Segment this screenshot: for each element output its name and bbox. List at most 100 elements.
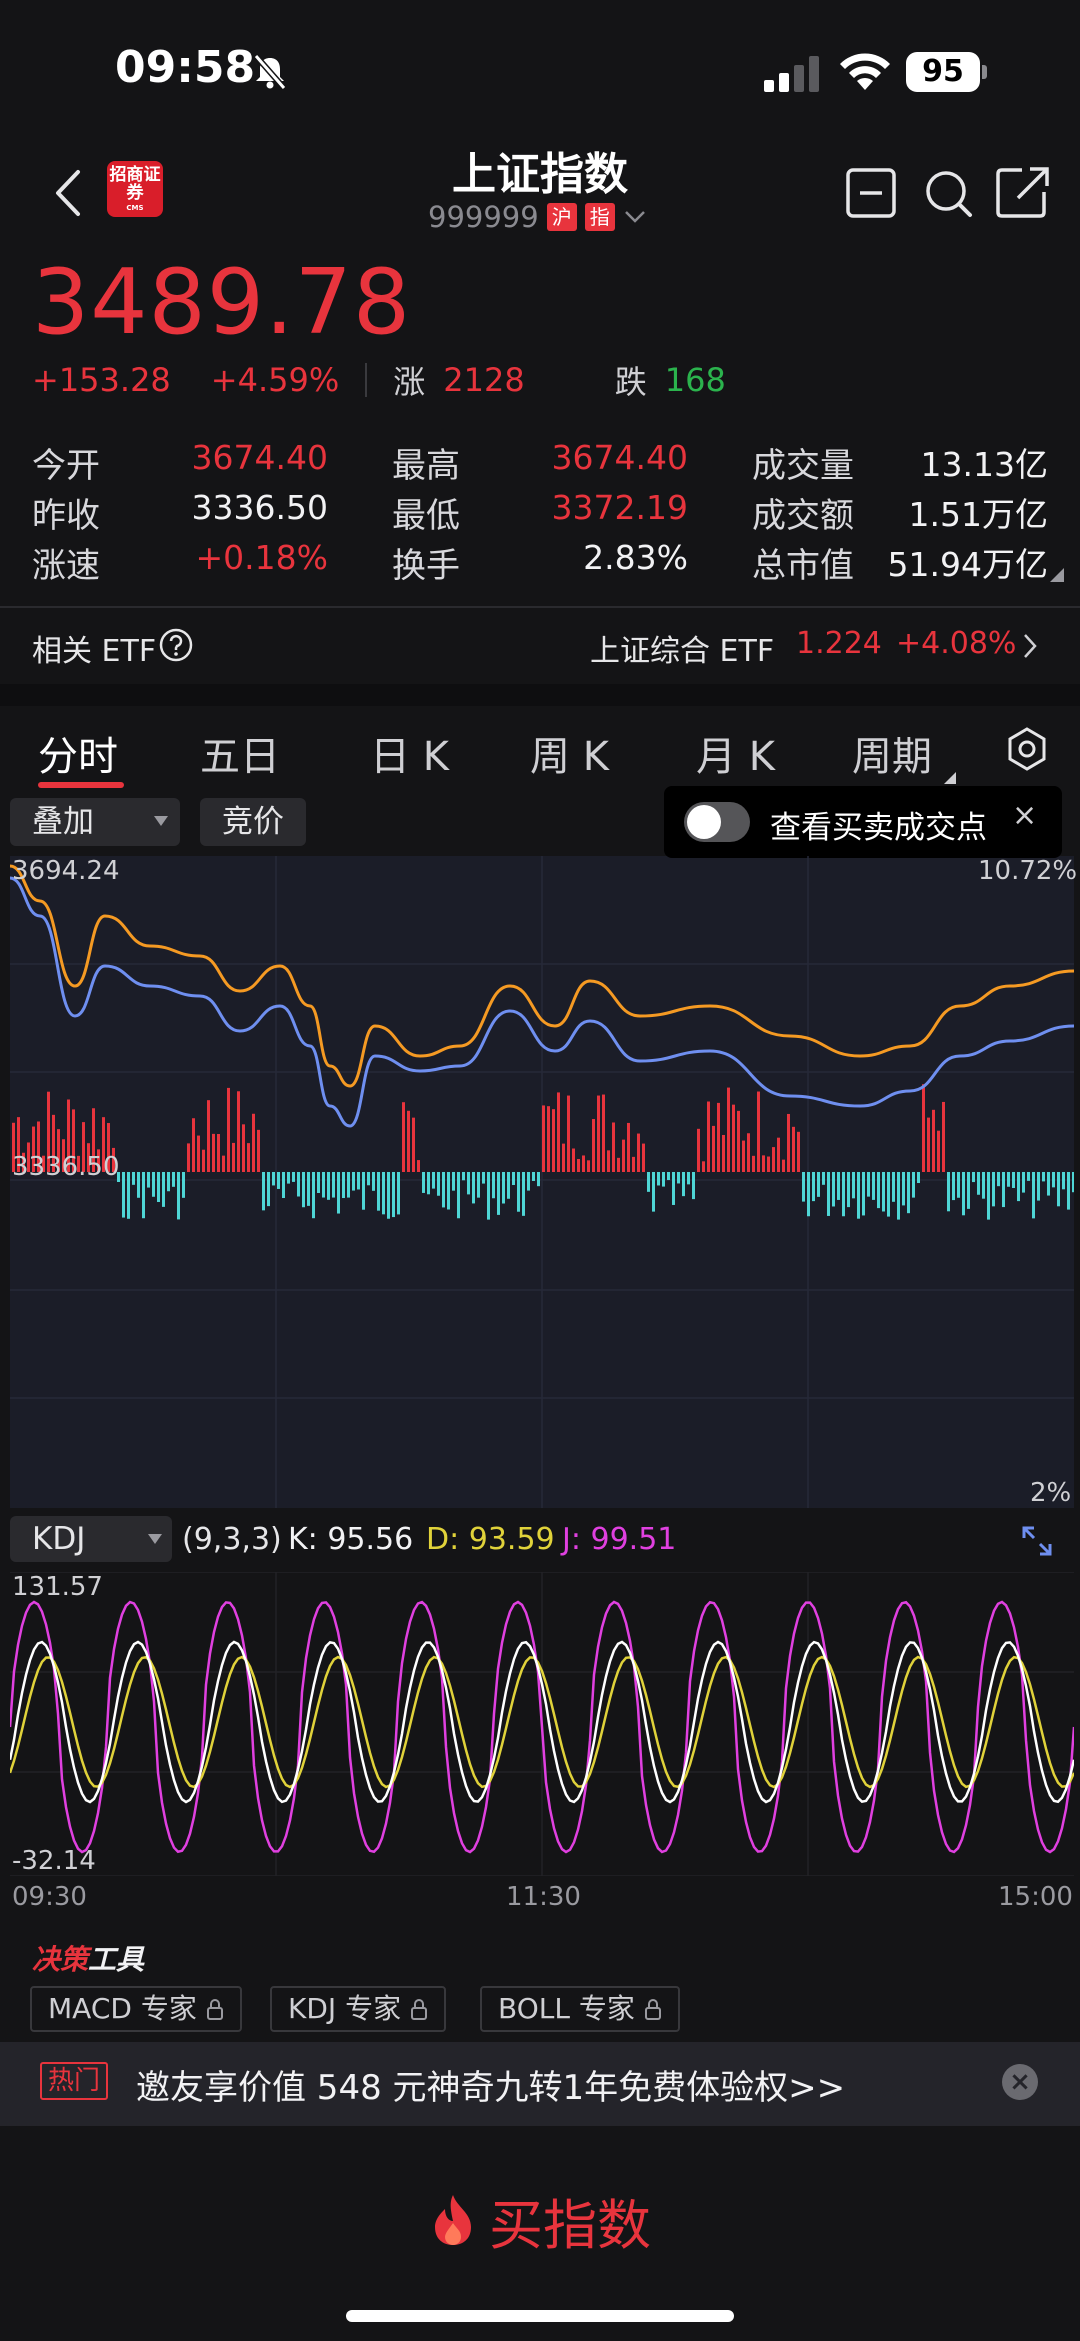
volume-bar-up [617, 1157, 620, 1172]
promo-banner[interactable]: 热门 邀友享价值 548 元神奇九转1年免费体验权>> × [0, 2042, 1080, 2126]
tab-daily-k[interactable]: 日 K [370, 724, 449, 782]
search-icon[interactable] [926, 171, 972, 217]
flame-icon [435, 2195, 471, 2245]
volume-bar-down [672, 1172, 675, 1205]
volume-bar-up [732, 1104, 735, 1172]
volume-bar-up [767, 1156, 770, 1172]
volume-bar-up [937, 1130, 940, 1172]
pct-axis-bottom-label: 2% [1030, 1478, 1072, 1508]
overlay-dropdown[interactable]: 叠加 [10, 798, 180, 846]
volume-bar-up [402, 1102, 405, 1172]
volume-bar-down [447, 1172, 450, 1210]
volume-bar-down [167, 1172, 170, 1192]
volume-bar-up [792, 1126, 795, 1172]
volume-bar-down [687, 1172, 690, 1185]
volume-bar-up [232, 1142, 235, 1172]
volume-bar-down [522, 1172, 525, 1216]
volume-bar-down [1072, 1172, 1074, 1193]
related-etf-row[interactable]: 相关 ETF 上证综合 ETF 1.224 +4.08% [0, 608, 1080, 684]
volume-bar-down [392, 1172, 395, 1218]
share-icon[interactable] [996, 167, 1049, 218]
volume-bar-down [387, 1172, 390, 1219]
volume-bar-down [1037, 1172, 1040, 1201]
speed-value: +0.18% [195, 538, 328, 577]
kdj-chart [10, 1572, 1074, 1876]
volume-bar-down [262, 1172, 265, 1211]
volume-bar-down [347, 1172, 350, 1198]
advancers-label: 涨 [393, 363, 426, 401]
volume-bar-down [507, 1172, 510, 1199]
indicator-name: KDJ [32, 1521, 86, 1557]
volume-bar-down [327, 1172, 330, 1200]
home-indicator [346, 2310, 734, 2322]
volume-bar-up [212, 1133, 215, 1172]
security-code-selector[interactable]: 999999 沪 指 [428, 200, 647, 234]
volume-bar-up [547, 1106, 550, 1172]
security-code: 999999 [428, 200, 539, 234]
boll-expert-button[interactable]: BOLL 专家 [480, 1986, 680, 2032]
settings-icon[interactable] [1006, 726, 1048, 772]
volume-bar-down [957, 1172, 960, 1198]
y-axis-mid-label: 3336.50 [12, 1152, 120, 1182]
volume-bar-down [272, 1172, 275, 1186]
volume-bar-down [692, 1172, 695, 1200]
tab-weekly-k[interactable]: 周 K [530, 724, 609, 782]
volume-bar-down [512, 1172, 515, 1186]
tab-period[interactable]: 周期 [852, 724, 932, 782]
volume-bar-down [487, 1172, 490, 1220]
volume-bar-down [1067, 1172, 1070, 1210]
turnover-label: 换手 [392, 546, 460, 586]
promo-hot-tag: 热门 [40, 2062, 109, 2100]
volume-bar-down [397, 1172, 400, 1215]
trade-points-toggle[interactable] [684, 802, 750, 842]
close-popover-icon[interactable]: × [1012, 798, 1037, 833]
help-icon[interactable] [158, 627, 194, 663]
volume-bar-down [152, 1172, 155, 1197]
volume-bar-down [287, 1172, 290, 1184]
kdj-expert-button[interactable]: KDJ 专家 [270, 1986, 446, 2032]
active-tab-indicator [38, 782, 124, 788]
indicator-selector[interactable]: KDJ [10, 1516, 172, 1562]
expand-corner-icon[interactable] [1050, 568, 1064, 582]
etf-change-pct: +4.08% [896, 626, 1017, 661]
volume-bar-up [562, 1143, 565, 1172]
volume-bar-down [452, 1172, 455, 1191]
amount-value: 1.51万亿 [908, 495, 1048, 534]
fullscreen-icon[interactable] [1020, 1524, 1054, 1558]
volume-bar-down [652, 1172, 655, 1212]
index-price: 3489.78 [32, 250, 412, 355]
tab-intraday[interactable]: 分时 [38, 724, 118, 782]
volume-bar-down [422, 1172, 425, 1193]
volume-bar-down [317, 1172, 320, 1193]
volume-bar-down [372, 1172, 375, 1191]
promo-text: 邀友享价值 548 元神奇九转1年免费体验权>> [136, 2068, 846, 2108]
prev-close-label: 昨收 [32, 496, 100, 536]
price-change-pct: +4.59% [210, 361, 340, 399]
volume-value: 13.13亿 [920, 445, 1048, 484]
volume-bar-down [1057, 1172, 1060, 1207]
volume-bar-up [587, 1160, 590, 1172]
volume-bar-up [772, 1147, 775, 1172]
tab-monthly-k[interactable]: 月 K [696, 724, 775, 782]
volume-bar-down [682, 1172, 685, 1197]
volume-bar-up [552, 1109, 555, 1172]
auction-button[interactable]: 竞价 [200, 798, 306, 846]
volume-bar-down [887, 1172, 890, 1217]
volume-bar-down [907, 1172, 910, 1214]
volume-bar-up [642, 1143, 645, 1172]
volume-bar-down [967, 1172, 970, 1209]
volume-bar-down [462, 1172, 465, 1181]
buy-index-button[interactable]: 买指数 [0, 2170, 1080, 2270]
volume-bar-down [912, 1172, 915, 1198]
minimize-window-icon[interactable] [846, 168, 896, 218]
volume-bar-down [277, 1172, 280, 1189]
speed-label: 涨速 [32, 546, 100, 586]
volume-bar-up [757, 1091, 760, 1172]
promo-close-icon[interactable]: × [1002, 2064, 1038, 2100]
volume-bar-down [962, 1172, 965, 1216]
volume-bar-up [572, 1148, 575, 1172]
tab-five-day[interactable]: 五日 [200, 724, 280, 782]
volume-bar-down [982, 1172, 985, 1199]
volume-bar-down [902, 1172, 905, 1206]
macd-expert-button[interactable]: MACD 专家 [30, 1986, 242, 2032]
